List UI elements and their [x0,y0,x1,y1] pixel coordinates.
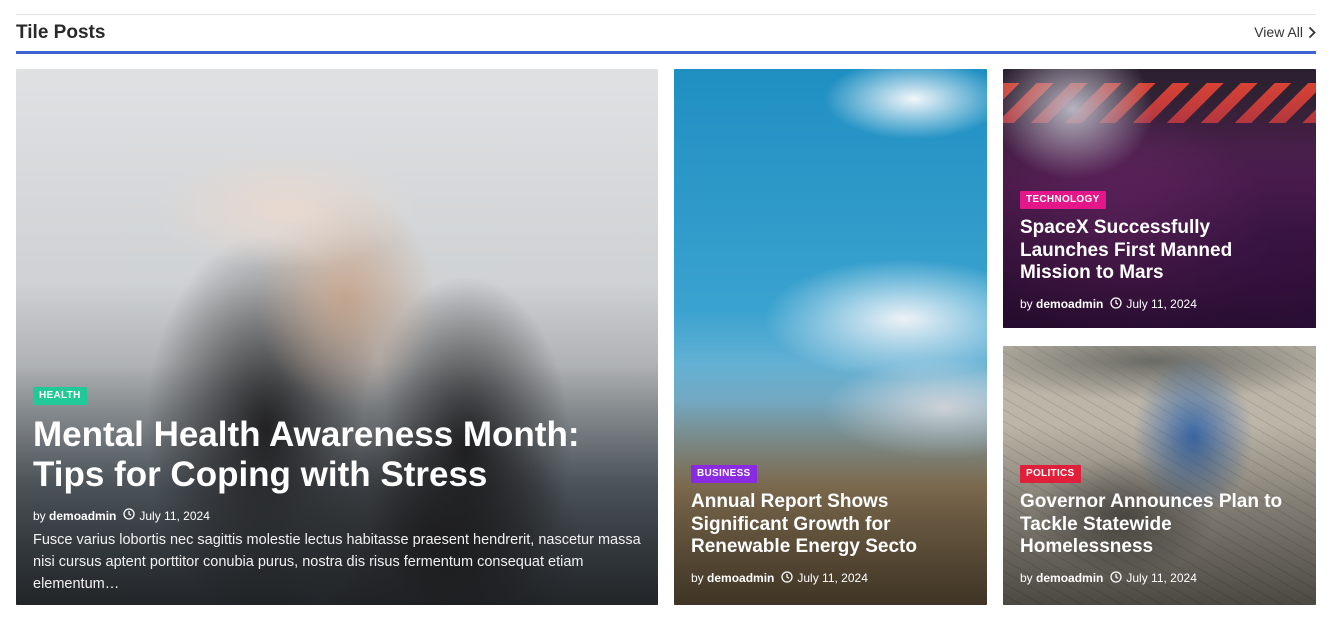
post-title[interactable]: Governor Announces Plan to Tackle Statew… [1020,491,1299,559]
by-label: by [1020,571,1033,585]
post-tile-tall[interactable]: BUSINESS Annual Report Shows Significant… [674,69,987,605]
post-tile-small[interactable]: TECHNOLOGY SpaceX Successfully Launches … [1003,69,1316,328]
post-author[interactable]: demoadmin [707,571,774,585]
post-tile-small[interactable]: POLITICS Governor Announces Plan to Tack… [1003,346,1316,605]
post-date-text: July 11, 2024 [797,571,868,585]
post-content: HEALTH Mental Health Awareness Month: Ti… [33,385,641,595]
post-title[interactable]: Annual Report Shows Significant Growth f… [691,491,970,559]
post-tile-large[interactable]: HEALTH Mental Health Awareness Month: Ti… [16,69,658,605]
section-header: Tile Posts View All [16,14,1316,54]
post-date-text: July 11, 2024 [139,508,210,523]
post-date-text: July 11, 2024 [1126,297,1197,311]
category-badge[interactable]: TECHNOLOGY [1020,191,1106,209]
post-content: POLITICS Governor Announces Plan to Tack… [1020,463,1299,586]
post-meta: by demoadmin July 11, 2024 [1020,296,1299,312]
view-all-label: View All [1254,24,1303,40]
post-date-text: July 11, 2024 [1126,571,1197,585]
post-content: TECHNOLOGY SpaceX Successfully Launches … [1020,189,1299,312]
post-author[interactable]: demoadmin [1036,297,1103,311]
clock-icon [781,570,794,586]
post-title[interactable]: Mental Health Awareness Month: Tips for … [33,415,641,495]
post-excerpt: Fusce varius lobortis nec sagittis moles… [33,532,641,592]
category-badge[interactable]: HEALTH [33,387,87,405]
by-label: by [33,508,46,523]
post-date: July 11, 2024 [1110,296,1197,312]
post-meta: by demoadmin July 11, 2024 [33,508,641,523]
clock-icon [123,508,136,523]
by-label: by [1020,297,1033,311]
by-label: by [691,571,704,585]
clock-icon [1110,570,1123,586]
chevron-right-icon [1308,26,1316,39]
post-meta: by demoadmin July 11, 2024 [691,570,970,586]
post-author[interactable]: demoadmin [49,509,116,523]
post-date: July 11, 2024 [781,570,868,586]
post-date: July 11, 2024 [1110,570,1197,586]
view-all-link[interactable]: View All [1254,24,1316,40]
post-content: BUSINESS Annual Report Shows Significant… [691,463,970,586]
post-date: July 11, 2024 [123,508,210,523]
section-title: Tile Posts [16,22,106,43]
post-meta: by demoadmin July 11, 2024 [1020,570,1299,586]
clock-icon [1110,296,1123,312]
post-author[interactable]: demoadmin [1036,571,1103,585]
post-title[interactable]: SpaceX Successfully Launches First Manne… [1020,217,1299,285]
category-badge[interactable]: POLITICS [1020,465,1081,483]
category-badge[interactable]: BUSINESS [691,465,757,483]
